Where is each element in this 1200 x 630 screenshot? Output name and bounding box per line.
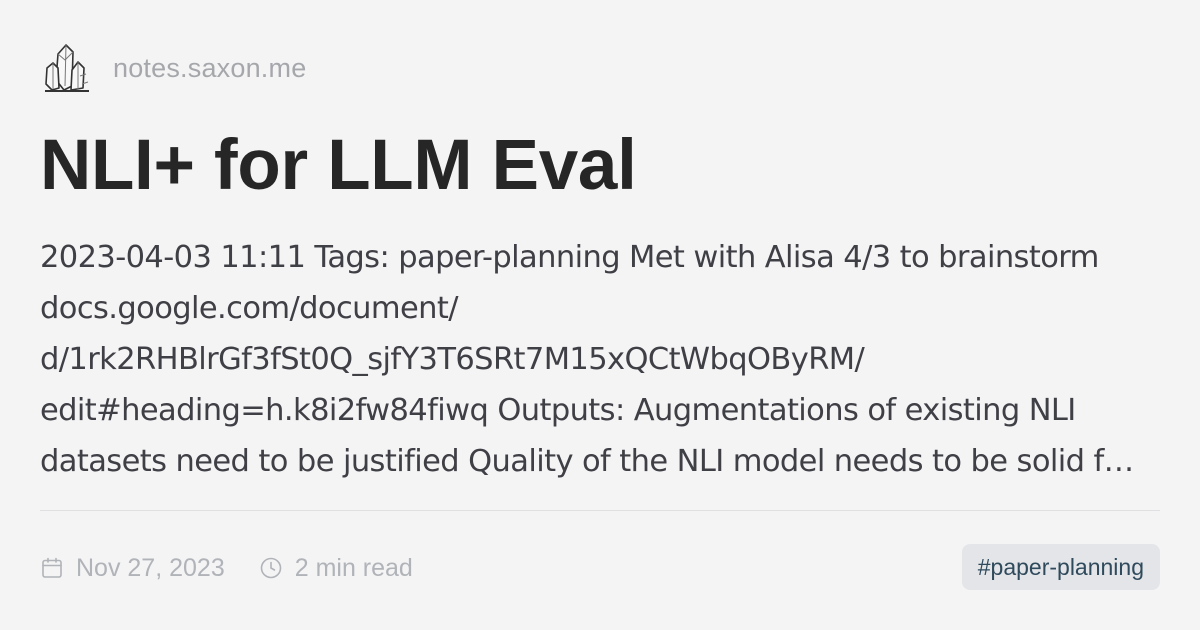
page-title: NLI+ for LLM Eval (40, 126, 637, 205)
post-excerpt: 2023-04-03 11:11 Tags: paper-planning Me… (40, 240, 1134, 479)
clock-icon (260, 557, 282, 579)
tag-badge[interactable]: #paper-planning (961, 544, 1160, 590)
calendar-icon (42, 557, 62, 578)
post-meta: Nov 27, 2023 2 min read (40, 548, 413, 588)
site-name[interactable]: notes.saxon.me (113, 53, 306, 84)
site-header: notes.saxon.me (40, 40, 306, 96)
crystal-cluster-icon (45, 44, 89, 92)
read-time: 2 min read (294, 553, 413, 582)
divider (40, 510, 1160, 511)
post-date: Nov 27, 2023 (76, 553, 225, 582)
